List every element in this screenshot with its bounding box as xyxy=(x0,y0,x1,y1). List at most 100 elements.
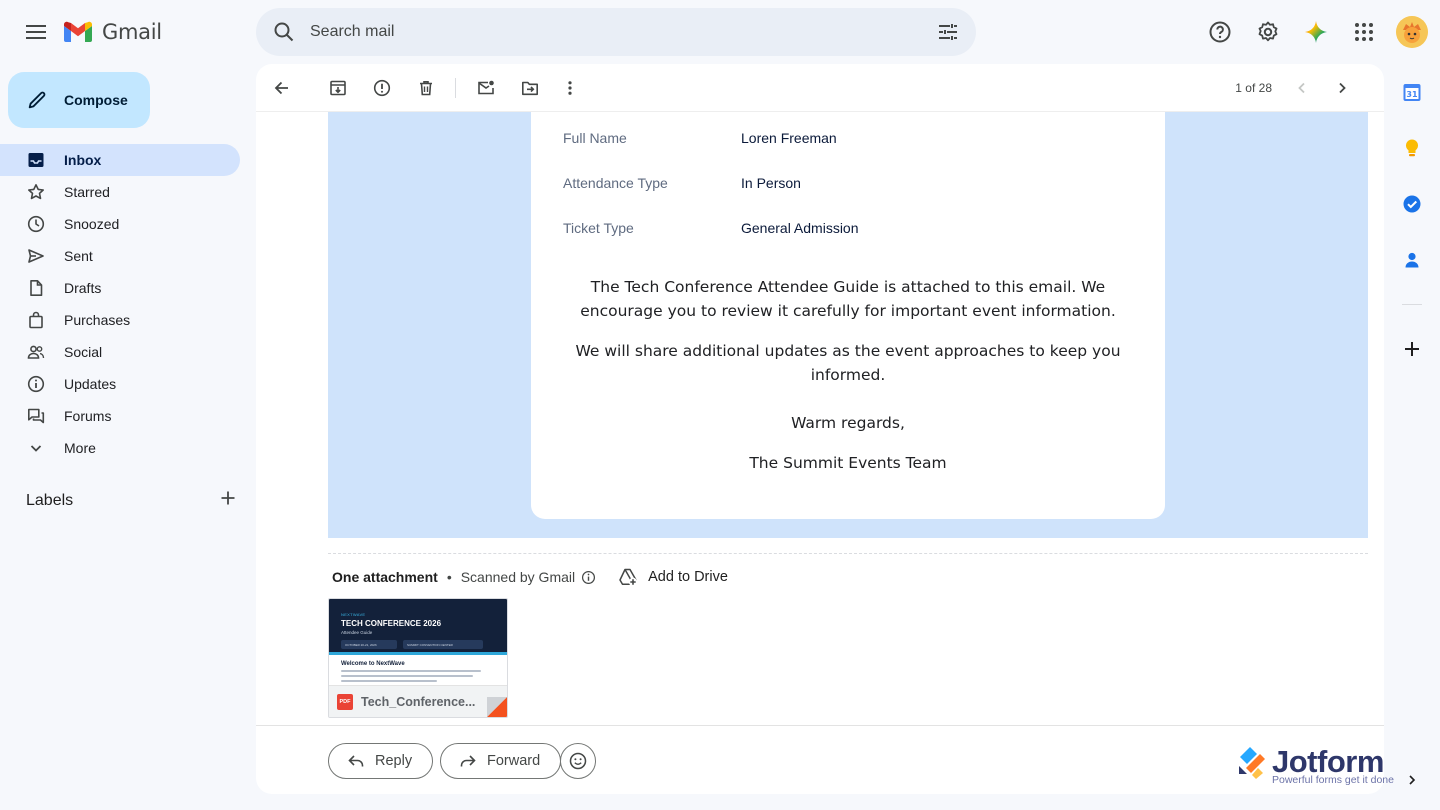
archive-button[interactable] xyxy=(318,68,358,108)
sidebar-item-social[interactable]: Social xyxy=(0,336,240,368)
contacts-button[interactable] xyxy=(1396,244,1428,276)
plus-icon xyxy=(221,491,235,505)
top-right-actions xyxy=(1200,12,1428,52)
attachment-file-name: Tech_Conference... xyxy=(361,694,476,709)
info-icon[interactable] xyxy=(581,570,596,585)
sidebar-item-snoozed[interactable]: Snoozed xyxy=(0,208,240,240)
pencil-icon xyxy=(28,91,46,109)
sidebar-item-purchases[interactable]: Purchases xyxy=(0,304,240,336)
preview-title: TECH CONFERENCE 2026 xyxy=(341,619,442,628)
separator-dot: • xyxy=(446,569,452,585)
signature-line: The Summit Events Team xyxy=(749,454,947,472)
attachment-preview-header: NEXTWAVE TECH CONFERENCE 2026 Attendee G… xyxy=(329,599,507,655)
trash-icon xyxy=(420,81,432,96)
support-button[interactable] xyxy=(1200,12,1240,52)
chevron-right-icon xyxy=(1409,775,1416,785)
forward-button[interactable]: Forward xyxy=(440,743,562,779)
calendar-icon: 31 xyxy=(1403,84,1421,101)
side-panel-divider xyxy=(1402,304,1422,305)
bag-icon xyxy=(26,310,46,330)
field-label: Full Name xyxy=(563,130,627,146)
sidebar-item-inbox[interactable]: Inbox xyxy=(0,144,240,176)
keep-button[interactable] xyxy=(1396,132,1428,164)
sidebar-item-sent[interactable]: Sent xyxy=(0,240,240,272)
sidebar-item-label: Inbox xyxy=(64,152,102,168)
star-icon xyxy=(26,182,46,202)
preview-text-line xyxy=(341,675,473,677)
reply-icon xyxy=(348,755,364,767)
field-label: Ticket Type xyxy=(563,220,634,236)
sidebar-item-more[interactable]: More xyxy=(0,432,240,464)
tasks-button[interactable] xyxy=(1396,188,1428,220)
closing-line: Warm regards, xyxy=(791,414,905,432)
compose-label: Compose xyxy=(64,92,128,108)
message-paragraph: The Tech Conference Attendee Guide is at… xyxy=(580,278,1116,320)
older-button[interactable] xyxy=(1322,68,1362,108)
move-to-button[interactable] xyxy=(510,68,550,108)
tasks-check-icon xyxy=(1403,195,1421,213)
get-addons-button[interactable] xyxy=(1396,333,1428,365)
create-label-button[interactable] xyxy=(218,488,238,513)
compose-button[interactable]: Compose xyxy=(8,72,150,128)
sidebar-item-label: More xyxy=(64,440,96,456)
more-options-button[interactable] xyxy=(550,68,590,108)
attachment-divider xyxy=(328,553,1368,554)
account-avatar[interactable] xyxy=(1396,16,1428,48)
top-bar: Gmail xyxy=(0,0,1440,64)
gmail-logo[interactable]: Gmail xyxy=(62,16,162,48)
add-to-drive-button[interactable]: Add to Drive xyxy=(618,567,728,587)
sidebar-item-label: Drafts xyxy=(64,280,102,296)
attachment-count: One attachment xyxy=(332,569,438,585)
labels-title: Labels xyxy=(26,491,74,509)
main-menu-button[interactable] xyxy=(16,12,56,52)
attachment-preview-body: Welcome to NextWave xyxy=(329,655,507,688)
email-content-card: Full Name Loren Freeman Attendance Type … xyxy=(531,112,1165,519)
pagination-count: 1 of 28 xyxy=(1235,81,1272,95)
sidebar-item-label: Starred xyxy=(64,184,110,200)
sidebar-item-drafts[interactable]: Drafts xyxy=(0,272,240,304)
reply-label: Reply xyxy=(375,753,413,769)
gemini-button[interactable] xyxy=(1296,12,1336,52)
back-button[interactable] xyxy=(262,68,302,108)
sidebar-item-starred[interactable]: Starred xyxy=(0,176,240,208)
settings-button[interactable] xyxy=(1248,12,1288,52)
clock-icon xyxy=(26,214,46,234)
sidebar-item-forums[interactable]: Forums xyxy=(0,400,240,432)
sidebar-nav: Inbox Starred Snoozed Sent Drafts Purcha… xyxy=(0,144,256,464)
move-folder-icon xyxy=(522,81,538,96)
inbox-icon xyxy=(26,150,46,170)
sidebar-item-updates[interactable]: Updates xyxy=(0,368,240,400)
archive-icon xyxy=(330,80,346,96)
newer-button[interactable] xyxy=(1282,68,1322,108)
reply-button[interactable]: Reply xyxy=(328,743,434,779)
svg-text:31: 31 xyxy=(1406,90,1418,99)
calendar-button[interactable]: 31 xyxy=(1396,76,1428,108)
attachment-footer: PDF Tech_Conference... xyxy=(329,685,507,717)
report-spam-button[interactable] xyxy=(362,68,402,108)
apps-button[interactable] xyxy=(1344,12,1384,52)
emoji-reaction-button[interactable] xyxy=(560,743,596,779)
sidebar-item-label: Forums xyxy=(64,408,112,424)
field-value: Loren Freeman xyxy=(741,130,837,146)
sidebar-item-label: Purchases xyxy=(64,312,131,328)
mark-unread-button[interactable] xyxy=(466,68,506,108)
app-name: Gmail xyxy=(102,20,162,44)
add-to-drive-label: Add to Drive xyxy=(648,569,728,585)
avatar-icon xyxy=(1396,16,1428,48)
chevron-right-icon xyxy=(1339,82,1346,94)
field-value: General Admission xyxy=(741,220,859,236)
hamburger-menu-icon xyxy=(26,25,46,39)
preview-heading: Welcome to NextWave xyxy=(341,661,405,667)
delete-button[interactable] xyxy=(406,68,446,108)
scanned-label: Scanned by Gmail xyxy=(460,569,576,585)
pdf-icon: PDF xyxy=(337,693,353,710)
sidebar-item-label: Sent xyxy=(64,248,93,264)
gmail-m-icon xyxy=(64,21,92,42)
search-options-button[interactable] xyxy=(936,20,960,49)
jotform-tagline: Powerful forms get it done xyxy=(1272,774,1394,786)
search-button[interactable] xyxy=(272,20,296,49)
search-input[interactable] xyxy=(310,8,910,56)
smiley-icon xyxy=(569,752,587,770)
mark-unread-icon xyxy=(478,80,494,95)
attachment-card[interactable]: NEXTWAVE TECH CONFERENCE 2026 Attendee G… xyxy=(328,598,508,718)
